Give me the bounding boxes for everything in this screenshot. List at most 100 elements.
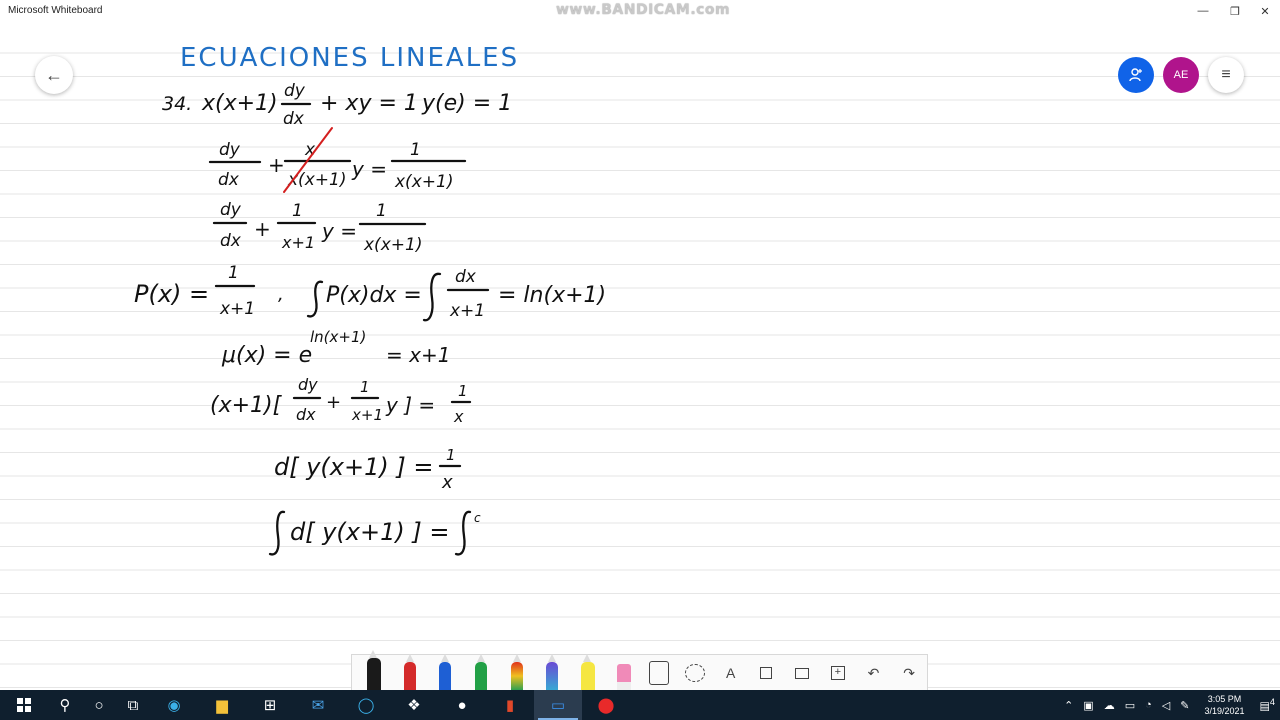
svg-text:,: , xyxy=(278,284,284,305)
svg-text:dx: dx xyxy=(220,231,242,251)
search-icon: ⚲ xyxy=(59,697,71,714)
chevron-up-icon[interactable]: ⌃ xyxy=(1064,699,1073,712)
svg-text:1: 1 xyxy=(376,201,387,221)
task-view-button[interactable]: ⧉ xyxy=(116,690,150,720)
taskbar-bandicam[interactable]: ⬤ xyxy=(582,690,630,720)
hamburger-icon: ≡ xyxy=(1221,66,1231,83)
search-button[interactable]: ⚲ xyxy=(48,690,82,720)
cloud-icon[interactable]: ☁ xyxy=(1104,699,1115,712)
volume-icon[interactable]: ◁ xyxy=(1162,699,1170,712)
svg-text:1: 1 xyxy=(458,382,468,400)
taskbar-cortana-app[interactable]: ◯ xyxy=(342,690,390,720)
equation-line-8: d[ y(x+1) ] = c xyxy=(268,510,481,556)
cortana-button[interactable]: ○ xyxy=(82,690,116,720)
svg-text:c: c xyxy=(474,511,481,525)
undo-button[interactable]: ↶ xyxy=(856,656,892,690)
svg-text:dy: dy xyxy=(219,140,241,160)
taskbar-file-explorer[interactable]: ▆ xyxy=(198,690,246,720)
eraser-tool[interactable] xyxy=(606,656,642,690)
pen-icon xyxy=(366,650,381,690)
svg-text:x(x+1): x(x+1) xyxy=(363,235,422,255)
text-tool[interactable]: A xyxy=(713,656,749,690)
invite-button[interactable] xyxy=(1118,57,1154,93)
system-tray: ⌃ ▣ ☁ ▭ ◔ ◁ ✎ 3:05 PM 3/19/2021 ▤4 xyxy=(1059,690,1280,720)
ring-icon: ◯ xyxy=(357,697,375,714)
svg-text:= ln(x+1): = ln(x+1) xyxy=(498,283,606,308)
svg-text:x: x xyxy=(453,407,464,426)
sticky-note-tool[interactable] xyxy=(749,656,785,690)
green-pen-tool[interactable] xyxy=(463,654,499,690)
pen-icon xyxy=(546,654,559,690)
github-icon: ● xyxy=(457,696,467,714)
svg-text:= x+1: = x+1 xyxy=(386,343,450,367)
back-button[interactable]: ← xyxy=(35,56,73,94)
sticky-note-icon xyxy=(760,667,773,679)
svg-text:d[ y(x+1) ] =: d[ y(x+1) ] = xyxy=(290,518,449,546)
mail-icon: ✉ xyxy=(311,697,325,714)
pen-icon xyxy=(474,654,487,690)
highlighter-icon xyxy=(580,654,595,690)
redo-icon: ↷ xyxy=(903,664,916,681)
ruler-tool[interactable] xyxy=(642,656,678,690)
svg-text:+ xy = 1 ,: + xy = 1 , xyxy=(320,91,432,116)
svg-text:1: 1 xyxy=(446,446,456,464)
svg-text:+: + xyxy=(254,217,271,241)
svg-text:ln(x+1): ln(x+1) xyxy=(310,328,366,346)
svg-text:x+1: x+1 xyxy=(281,233,315,252)
windows-logo-icon xyxy=(17,698,31,712)
pen-icon xyxy=(439,654,452,690)
black-pen-tool[interactable] xyxy=(356,650,392,690)
store-icon: ⊞ xyxy=(263,697,277,714)
taskbar-store[interactable]: ⊞ xyxy=(246,690,294,720)
rainbow-pen-tool[interactable] xyxy=(499,654,535,690)
add-content-tool[interactable]: + xyxy=(820,656,856,690)
equation-line-7: d[ y(x+1) ] = 1 x xyxy=(274,446,462,493)
taskbar-github[interactable]: ● xyxy=(438,690,486,720)
ruler-icon xyxy=(649,661,670,685)
taskbar-mail[interactable]: ✉ xyxy=(294,690,342,720)
blue-pen-tool[interactable] xyxy=(427,654,463,690)
galaxy-pen-tool[interactable] xyxy=(534,654,570,690)
user-avatar[interactable]: AE xyxy=(1163,57,1199,93)
whiteboard-icon: ▭ xyxy=(550,697,566,714)
task-view-icon: ⧉ xyxy=(127,696,139,714)
arrow-left-icon: ← xyxy=(45,64,63,85)
highlighter-tool[interactable] xyxy=(570,654,606,690)
add-icon: + xyxy=(830,666,845,680)
svg-text:y =: y = xyxy=(351,157,387,181)
start-button[interactable] xyxy=(0,690,48,720)
taskbar-edge[interactable]: ◉ xyxy=(150,690,198,720)
svg-text:P(x) =: P(x) = xyxy=(134,280,209,308)
taskbar-office[interactable]: ▮ xyxy=(486,690,534,720)
notification-count: 4 xyxy=(1269,697,1275,708)
taskbar-dropbox[interactable]: ❖ xyxy=(390,690,438,720)
settings-menu-button[interactable]: ≡ xyxy=(1208,57,1244,93)
wifi-icon[interactable]: ◔ xyxy=(1145,699,1152,711)
office-icon: ▮ xyxy=(505,697,515,714)
board-title: ECUACIONES LINEALES xyxy=(180,43,519,73)
battery-icon[interactable]: ▭ xyxy=(1125,699,1135,712)
clock[interactable]: 3:05 PM 3/19/2021 xyxy=(1204,693,1244,717)
taskbar-whiteboard[interactable]: ▭ xyxy=(534,690,582,720)
svg-text:x: x xyxy=(441,472,453,493)
text-icon: A xyxy=(726,665,736,681)
red-pen-tool[interactable] xyxy=(392,654,428,690)
svg-text:dy: dy xyxy=(220,200,242,220)
record-icon: ⬤ xyxy=(597,697,615,714)
lasso-icon xyxy=(685,664,706,682)
image-tool[interactable] xyxy=(784,656,820,690)
notification-icon[interactable]: ▤4 xyxy=(1260,697,1276,713)
svg-text:34.: 34. xyxy=(162,93,192,115)
lasso-tool[interactable] xyxy=(677,656,713,690)
folder-icon: ▆ xyxy=(216,697,228,714)
redo-button[interactable]: ↷ xyxy=(891,656,927,690)
pen-tray-icon[interactable]: ✎ xyxy=(1180,699,1189,712)
svg-text:P(x)dx =: P(x)dx = xyxy=(326,283,422,308)
equation-line-4: P(x) = 1 x+1 , P(x)dx = dx x+1 = ln(x+1) xyxy=(134,263,606,322)
svg-text:x(x+1): x(x+1) xyxy=(394,172,453,192)
camera-icon[interactable]: ▣ xyxy=(1083,699,1093,712)
inking-toolbar: A + ↶ ↷ xyxy=(351,650,928,690)
dropbox-icon: ❖ xyxy=(407,697,421,714)
eraser-icon xyxy=(616,664,631,690)
svg-text:+: + xyxy=(326,392,341,413)
